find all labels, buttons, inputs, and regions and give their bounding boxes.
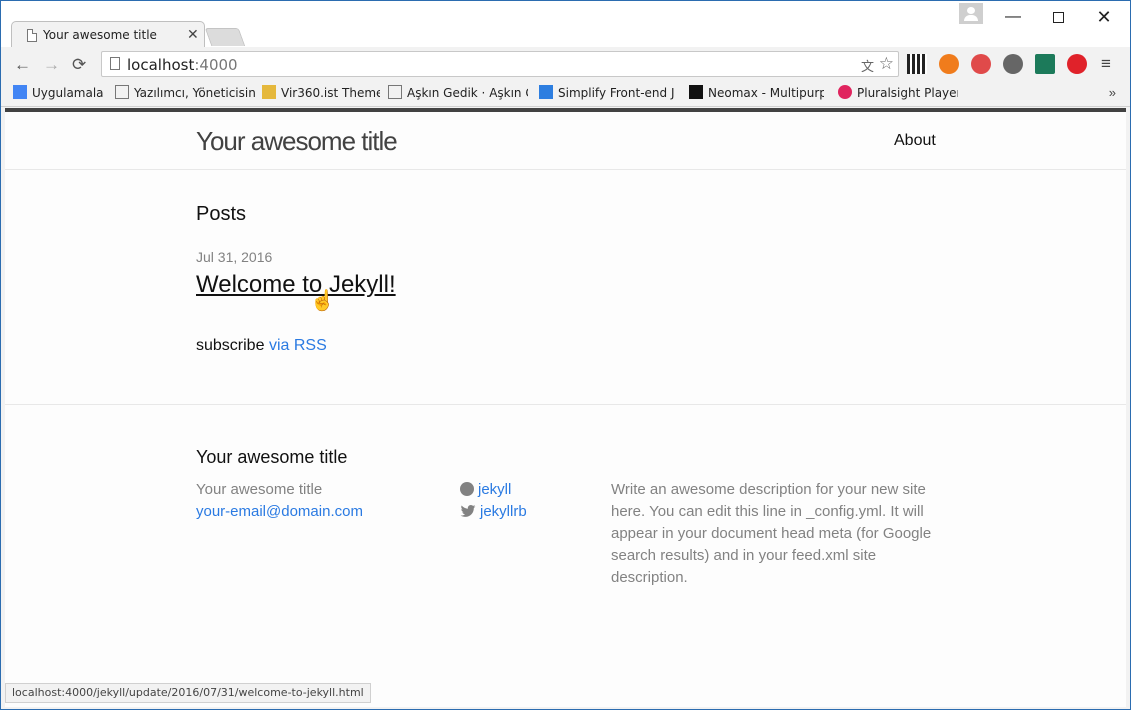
bookmark-item[interactable]: Vir360.ist Themes — [262, 85, 380, 100]
reload-icon[interactable]: ⟳ — [72, 55, 86, 75]
footer-name: Your awesome title — [196, 481, 323, 498]
bookmark-star-icon[interactable]: ☆ — [879, 54, 894, 74]
bookmark-item[interactable]: Neomax - Multipurpo — [689, 85, 824, 100]
address-bar[interactable]: localhost:4000 文 ☆ — [101, 51, 899, 77]
page-icon — [115, 85, 129, 99]
maximize-icon — [1052, 12, 1064, 23]
site-header: Your awesome title About — [5, 112, 1126, 170]
rss-link[interactable]: via RSS — [269, 337, 327, 354]
page-icon — [110, 57, 120, 70]
site-title[interactable]: Your awesome title — [196, 126, 398, 157]
footer-social: jekyll jekyllrb — [460, 479, 527, 523]
bookmark-item[interactable]: Aşkın Gedik · Aşkın Ge — [388, 85, 528, 100]
forward-icon[interactable]: → — [43, 55, 60, 75]
bookmark-label: Neomax - Multipurpo — [708, 86, 824, 100]
apps-grid-icon — [13, 85, 27, 99]
tab-title: Your awesome title — [43, 28, 157, 42]
subscribe-line: subscribe via RSS — [196, 337, 327, 355]
footer-heading: Your awesome title — [196, 447, 348, 467]
title-bar: Your awesome title ✕ — ✕ — [1, 1, 1130, 48]
bookmarks-bar: Uygulamalar Yazılımcı, Yöneticisini Y Vir3… — [1, 81, 1130, 107]
minimize-button[interactable]: — — [1003, 7, 1023, 27]
bookmark-label: Yazılımcı, Yöneticisini Y — [134, 86, 255, 100]
post-title-link[interactable]: Welcome to Jekyll! — [196, 271, 396, 299]
bookmark-label: Uygulamalar — [32, 86, 103, 100]
github-icon — [460, 482, 474, 496]
neomax-icon — [689, 85, 703, 99]
profile-icon[interactable] — [959, 3, 983, 24]
address-bar-url[interactable]: localhost:4000 — [127, 56, 238, 74]
twitter-link[interactable]: jekyllrb — [460, 501, 527, 523]
green-square-extension-icon[interactable] — [1035, 54, 1055, 74]
github-link[interactable]: jekyll — [460, 479, 527, 501]
opera-icon[interactable] — [1067, 54, 1087, 74]
menu-icon[interactable]: ≡ — [1101, 54, 1111, 74]
close-window-button[interactable]: ✕ — [1094, 7, 1114, 27]
status-bar-url: localhost:4000/jekyll/update/2016/07/31/… — [5, 683, 371, 703]
web-page: Your awesome title About Posts Jul 31, 2… — [5, 112, 1126, 707]
bookmark-item[interactable]: Simplify Front-end JS — [539, 85, 674, 100]
diamond-icon — [388, 85, 402, 99]
footer-contact: Your awesome title your-email@domain.com — [196, 479, 363, 523]
qr-code-icon[interactable] — [907, 54, 927, 74]
bookmark-label: Aşkın Gedik · Aşkın Ge — [407, 86, 528, 100]
bookmark-item[interactable]: Yazılımcı, Yöneticisini Y — [115, 85, 255, 100]
bookmark-label: Pluralsight Player — [857, 86, 958, 100]
bookmarks-overflow-icon[interactable]: » — [1109, 85, 1116, 100]
posts-heading: Posts — [196, 203, 247, 225]
red-circle-extension-icon[interactable] — [971, 54, 991, 74]
lifebuoy-icon[interactable] — [939, 54, 959, 74]
page-icon — [27, 29, 37, 42]
bookmark-label: Simplify Front-end JS — [558, 86, 674, 100]
bookmark-label: Vir360.ist Themes — [281, 86, 380, 100]
bookmark-item[interactable]: Pluralsight Player — [838, 85, 958, 100]
post-date: Jul 31, 2016 — [196, 249, 273, 265]
folder-icon — [262, 85, 276, 99]
bookmark-item[interactable]: Uygulamalar — [13, 85, 103, 100]
translate-icon[interactable]: 文 — [861, 56, 874, 75]
subscribe-label: subscribe — [196, 337, 265, 354]
simplify-icon — [539, 85, 553, 99]
gear-extension-icon[interactable] — [1003, 54, 1023, 74]
browser-window: Your awesome title ✕ — ✕ ← → ⟳ localhost… — [0, 0, 1131, 710]
tab-close-icon[interactable]: ✕ — [187, 26, 199, 43]
browser-toolbar: ← → ⟳ localhost:4000 文 ☆ ≡ — [1, 47, 1130, 81]
footer-description: Write an awesome description for your ne… — [611, 481, 932, 586]
footer-email-link[interactable]: your-email@domain.com — [196, 501, 363, 523]
new-tab-button[interactable] — [204, 28, 246, 46]
back-icon[interactable]: ← — [14, 55, 31, 75]
maximize-button[interactable] — [1048, 7, 1068, 27]
hand-cursor-icon: ☝ — [310, 290, 335, 312]
site-footer: Your awesome title Your awesome title yo… — [5, 404, 1126, 707]
browser-tab[interactable]: Your awesome title ✕ — [11, 21, 205, 48]
nav-link-about[interactable]: About — [894, 132, 936, 150]
twitter-icon — [460, 505, 476, 517]
pluralsight-icon — [838, 85, 852, 99]
